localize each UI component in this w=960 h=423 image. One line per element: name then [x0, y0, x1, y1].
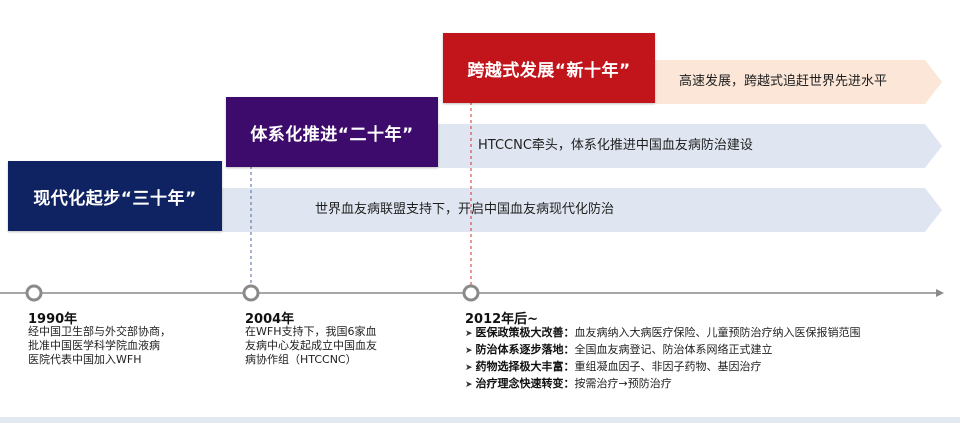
bullet-title: 治疗理念快速转变：: [475, 377, 575, 390]
timeline-marker-1990: [25, 284, 43, 302]
bullet-title: 防治体系逐步落地：: [475, 343, 575, 356]
bullet-item: ➤ 治疗理念快速转变：按需治疗→预防治疗: [465, 376, 861, 393]
milestone-line: 在WFH支持下，我国6家血: [245, 325, 377, 338]
milestone-desc-2004: 在WFH支持下，我国6家血 友病中心发起成立中国血友 病协作组（HTCCNC）: [245, 325, 377, 367]
bullet-title: 医保政策极大改善：: [475, 326, 575, 339]
timeline-marker-2004: [242, 284, 260, 302]
bottom-bar: [0, 417, 960, 423]
stage-title-3: 跨越式发展“新十年”: [443, 33, 655, 103]
stage-title-2: 体系化推进“二十年”: [226, 97, 438, 167]
bullet-item: ➤ 药物选择极大丰富：重组凝血因子、非因子药物、基因治疗: [465, 359, 861, 376]
milestone-desc-1990: 经中国卫生部与外交部协商， 批准中国医学科学院血液病 医院代表中国加入WFH: [28, 325, 171, 367]
milestone-line: 医院代表中国加入WFH: [28, 353, 142, 366]
bullet-item: ➤ 医保政策极大改善：血友病纳入大病医疗保险、儿童预防治疗纳入医保报销范围: [465, 325, 861, 342]
milestone-bullets-2012: ➤ 医保政策极大改善：血友病纳入大病医疗保险、儿童预防治疗纳入医保报销范围 ➤ 防治…: [465, 325, 861, 393]
band-text-1: 世界血友病联盟支持下，开启中国血友病现代化防治: [315, 202, 615, 217]
milestone-line: 病协作组（HTCCNC）: [245, 353, 357, 366]
band-text-3: 高速发展，跨越式追赶世界先进水平: [679, 74, 888, 89]
milestone-line: 经中国卫生部与外交部协商，: [28, 325, 171, 338]
bullet-text: 重组凝血因子、非因子药物、基因治疗: [574, 360, 762, 373]
bullet-title: 药物选择极大丰富：: [475, 360, 575, 373]
bullet-text: 按需治疗→预防治疗: [574, 377, 672, 390]
milestone-line: 批准中国医学科学院血液病: [28, 339, 160, 352]
milestone-line: 友病中心发起成立中国血友: [245, 339, 377, 352]
bullet-arrow-icon: ➤: [465, 346, 473, 356]
bullet-arrow-icon: ➤: [465, 363, 473, 373]
timeline-marker-2012: [462, 284, 480, 302]
bullet-arrow-icon: ➤: [465, 329, 473, 339]
bullet-text: 血友病纳入大病医疗保险、儿童预防治疗纳入医保报销范围: [574, 326, 861, 339]
timeline-arrowhead: [936, 289, 944, 297]
band-text-2: HTCCNC牵头，体系化推进中国血友病防治建设: [478, 138, 753, 153]
bullet-item: ➤ 防治体系逐步落地：全国血友病登记、防治体系网络正式建立: [465, 342, 861, 359]
bullet-arrow-icon: ➤: [465, 380, 473, 390]
stage-title-1: 现代化起步“三十年”: [8, 161, 222, 231]
bullet-text: 全国血友病登记、防治体系网络正式建立: [574, 343, 773, 356]
